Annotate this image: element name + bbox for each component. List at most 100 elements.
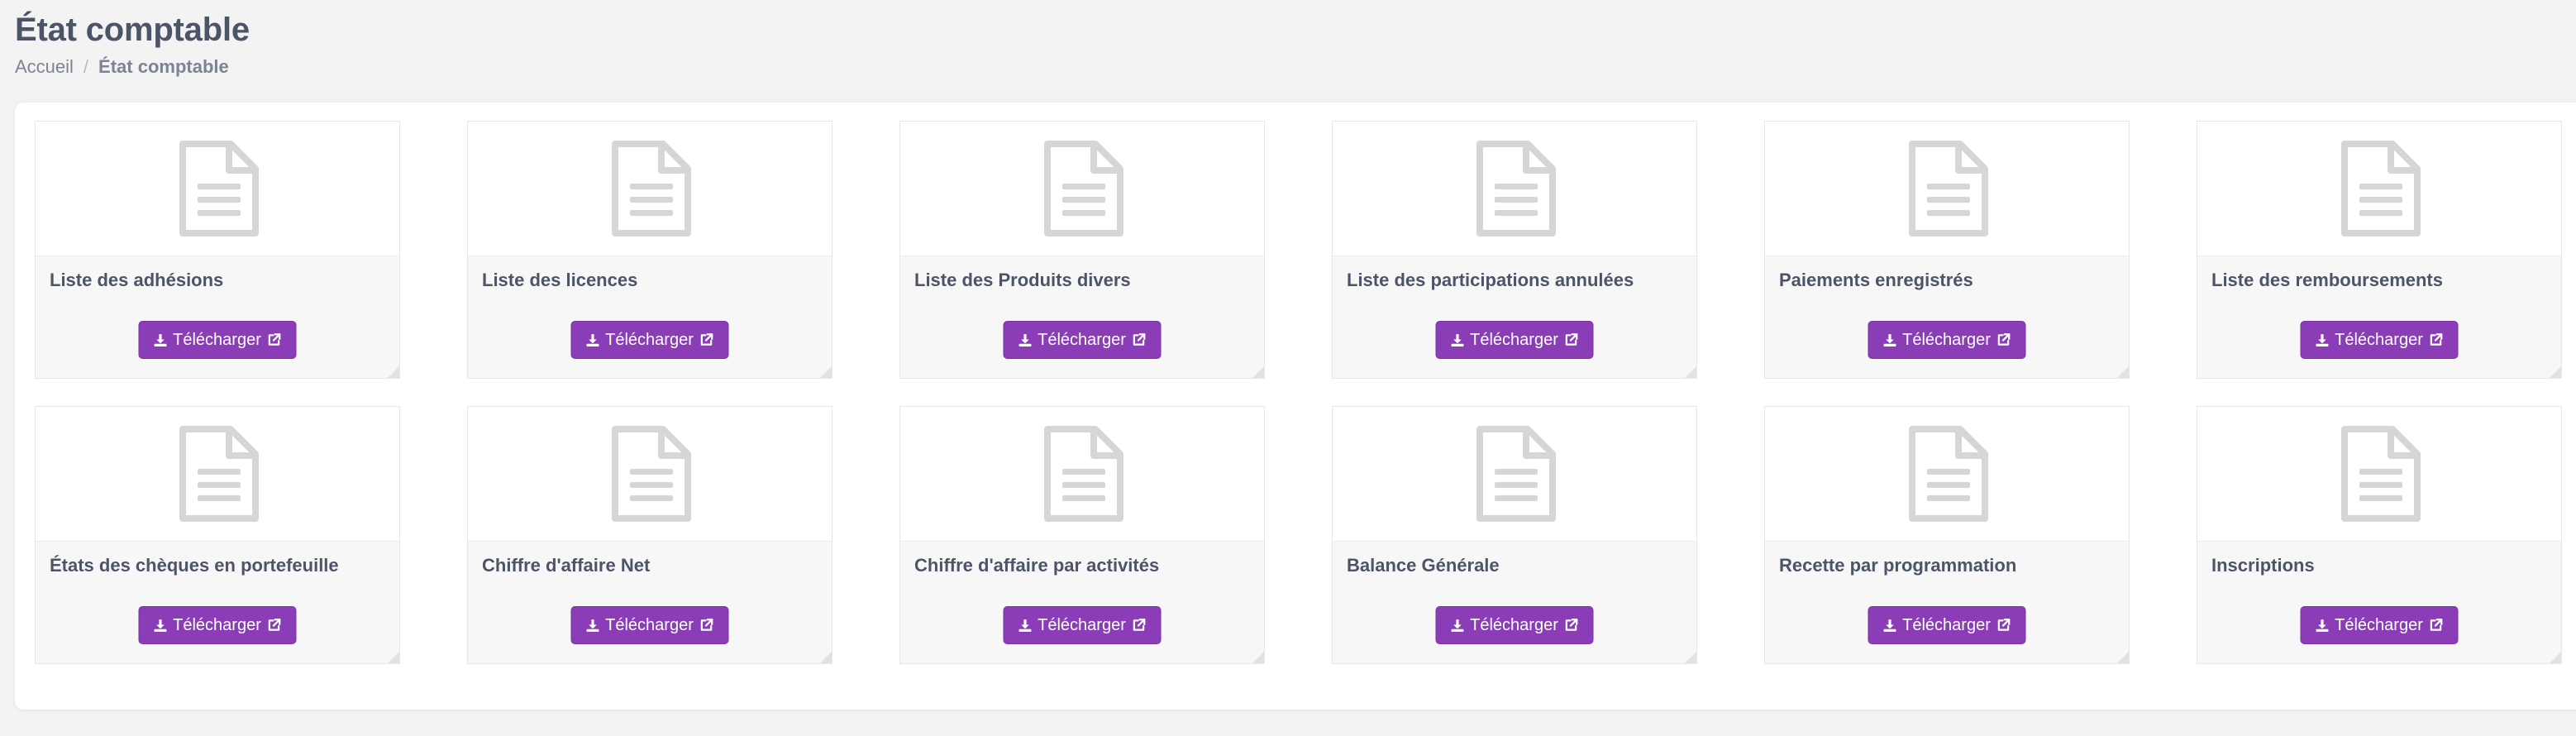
external-link-icon bbox=[699, 618, 714, 633]
report-title: Recette par programmation bbox=[1779, 555, 2017, 576]
card-corner-fold bbox=[1252, 652, 1264, 663]
download-button[interactable]: Télécharger bbox=[2300, 321, 2459, 359]
card-preview bbox=[900, 407, 1264, 542]
download-button[interactable]: Télécharger bbox=[1435, 606, 1594, 644]
external-link-icon bbox=[1564, 332, 1579, 347]
card-corner-fold bbox=[820, 366, 832, 378]
card-corner-fold bbox=[2117, 366, 2129, 378]
download-icon bbox=[585, 619, 599, 633]
download-icon bbox=[585, 333, 599, 347]
card-preview bbox=[36, 122, 399, 256]
external-link-icon bbox=[267, 618, 282, 633]
card-preview bbox=[468, 407, 832, 542]
download-button-label: Télécharger bbox=[173, 330, 261, 349]
report-card-8: Chiffre d'affaire Net Télécharger bbox=[467, 406, 832, 664]
download-button[interactable]: Télécharger bbox=[1868, 606, 2026, 644]
download-button[interactable]: Télécharger bbox=[138, 321, 297, 359]
file-text-icon bbox=[1473, 141, 1556, 237]
external-link-icon bbox=[1996, 332, 2011, 347]
card-corner-fold bbox=[1252, 366, 1264, 378]
report-title: Balance Générale bbox=[1347, 555, 1500, 576]
card-preview bbox=[36, 407, 399, 542]
card-corner-fold bbox=[2550, 652, 2561, 663]
report-title: Liste des participations annulées bbox=[1347, 270, 1634, 290]
download-icon bbox=[153, 333, 167, 347]
report-title: Paiements enregistrés bbox=[1779, 270, 1973, 290]
card-corner-fold bbox=[2117, 652, 2129, 663]
report-card-1: Liste des adhésions Télécharger bbox=[35, 121, 400, 379]
card-preview bbox=[1765, 122, 2129, 256]
file-text-icon bbox=[1041, 141, 1123, 237]
file-text-icon bbox=[608, 426, 691, 522]
external-link-icon bbox=[1996, 618, 2011, 633]
external-link-icon bbox=[267, 332, 282, 347]
download-button[interactable]: Télécharger bbox=[138, 606, 297, 644]
file-text-icon bbox=[1041, 426, 1123, 522]
report-title: Inscriptions bbox=[2211, 555, 2315, 576]
download-button[interactable]: Télécharger bbox=[1003, 606, 1162, 644]
download-icon bbox=[1450, 619, 1464, 633]
report-title: États des chèques en portefeuille bbox=[50, 555, 339, 576]
external-link-icon bbox=[2429, 332, 2444, 347]
breadcrumb-separator: / bbox=[83, 56, 89, 77]
card-corner-fold bbox=[2550, 366, 2561, 378]
page-header: État comptable Accueil / État comptable bbox=[15, 8, 250, 78]
card-preview bbox=[1333, 122, 1696, 256]
report-card-6: Liste des remboursements Télécharger bbox=[2197, 121, 2562, 379]
report-card-12: Inscriptions Télécharger bbox=[2197, 406, 2562, 664]
file-text-icon bbox=[176, 426, 259, 522]
download-button-label: Télécharger bbox=[1470, 330, 1558, 349]
download-icon bbox=[1018, 333, 1032, 347]
file-text-icon bbox=[608, 141, 691, 237]
download-button[interactable]: Télécharger bbox=[1868, 321, 2026, 359]
report-card-9: Chiffre d'affaire par activités Téléchar… bbox=[899, 406, 1265, 664]
download-button-label: Télécharger bbox=[605, 330, 694, 349]
download-button[interactable]: Télécharger bbox=[1435, 321, 1594, 359]
report-card-10: Balance Générale Télécharger bbox=[1332, 406, 1697, 664]
file-text-icon bbox=[176, 141, 259, 237]
download-button[interactable]: Télécharger bbox=[570, 321, 729, 359]
report-card-2: Liste des licences Télécharger bbox=[467, 121, 832, 379]
breadcrumb-home-link[interactable]: Accueil bbox=[15, 56, 74, 77]
download-button-label: Télécharger bbox=[1038, 615, 1126, 634]
card-corner-fold bbox=[820, 652, 832, 663]
download-icon bbox=[1882, 619, 1896, 633]
download-button-label: Télécharger bbox=[605, 615, 694, 634]
card-preview bbox=[900, 122, 1264, 256]
card-corner-fold bbox=[1685, 366, 1696, 378]
download-icon bbox=[1018, 619, 1032, 633]
card-corner-fold bbox=[388, 652, 399, 663]
card-preview bbox=[468, 122, 832, 256]
download-button[interactable]: Télécharger bbox=[2300, 606, 2459, 644]
card-corner-fold bbox=[388, 366, 399, 378]
external-link-icon bbox=[2429, 618, 2444, 633]
download-button-label: Télécharger bbox=[1902, 615, 1991, 634]
report-title: Chiffre d'affaire Net bbox=[482, 555, 651, 576]
external-link-icon bbox=[1132, 618, 1147, 633]
external-link-icon bbox=[1132, 332, 1147, 347]
report-card-5: Paiements enregistrés Télécharger bbox=[1764, 121, 2130, 379]
external-link-icon bbox=[699, 332, 714, 347]
download-button[interactable]: Télécharger bbox=[1003, 321, 1162, 359]
download-button-label: Télécharger bbox=[2335, 615, 2423, 634]
report-title: Liste des Produits divers bbox=[914, 270, 1131, 290]
reports-panel: Liste des adhésions Télécharger Liste de… bbox=[15, 103, 2576, 710]
download-button[interactable]: Télécharger bbox=[570, 606, 729, 644]
card-preview bbox=[2197, 122, 2561, 256]
report-card-4: Liste des participations annulées Téléch… bbox=[1332, 121, 1697, 379]
report-card-11: Recette par programmation Télécharger bbox=[1764, 406, 2130, 664]
report-title: Liste des licences bbox=[482, 270, 638, 290]
breadcrumb-current: État comptable bbox=[98, 56, 229, 77]
breadcrumb: Accueil / État comptable bbox=[15, 56, 250, 78]
report-title: Liste des remboursements bbox=[2211, 270, 2443, 290]
file-text-icon bbox=[2338, 141, 2421, 237]
download-button-label: Télécharger bbox=[173, 615, 261, 634]
card-preview bbox=[2197, 407, 2561, 542]
file-text-icon bbox=[1906, 426, 1988, 522]
file-text-icon bbox=[1473, 426, 1556, 522]
download-icon bbox=[2315, 619, 2329, 633]
file-text-icon bbox=[1906, 141, 1988, 237]
external-link-icon bbox=[1564, 618, 1579, 633]
download-icon bbox=[1450, 333, 1464, 347]
download-icon bbox=[153, 619, 167, 633]
